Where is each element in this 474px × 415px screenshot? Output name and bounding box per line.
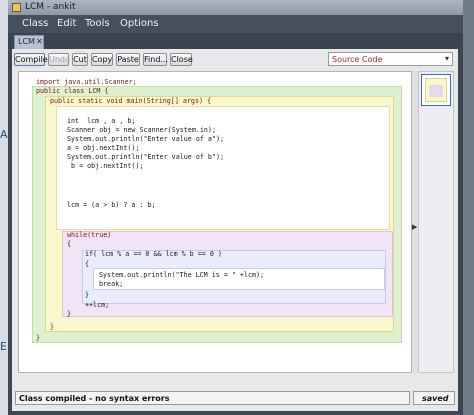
close-icon[interactable]: ✕	[36, 37, 43, 46]
code-line: System.out.println("Enter value of a");	[67, 135, 225, 143]
app-icon	[12, 3, 21, 12]
code-line: {	[85, 260, 90, 268]
status-message: Class compiled - no syntax errors	[15, 391, 410, 405]
code-line: System.out.println("Enter value of b");	[67, 153, 225, 161]
tab-label: LCM	[18, 37, 35, 46]
status-bar: Class compiled - no syntax errors saved	[12, 387, 458, 407]
title-bar[interactable]: LCM - ankit	[8, 0, 463, 15]
while-declaration: while(true)	[67, 231, 112, 239]
menu-edit[interactable]: Edit	[57, 18, 76, 29]
menu-options[interactable]: Options	[120, 18, 159, 29]
status-message-text: Class compiled - no syntax errors	[19, 394, 170, 403]
code-line: }	[67, 310, 72, 318]
code-line: {	[67, 240, 72, 248]
view-mode-value: Source Code	[332, 55, 383, 64]
code-line: Scanner obj = new Scanner(System.in);	[67, 126, 216, 134]
menu-bar: Class Edit Tools Options	[8, 15, 463, 33]
tab-bar: LCM ✕	[8, 33, 463, 49]
code-line: b = obj.nextInt();	[67, 162, 144, 170]
if-declaration: if( lcm % a == 0 && lcm % b == 0 )	[85, 250, 222, 258]
code-line: break;	[99, 280, 124, 288]
undo-button[interactable]: Undo	[48, 53, 70, 66]
window-title: LCM - ankit	[25, 2, 76, 12]
menu-class[interactable]: Class	[22, 18, 48, 29]
cut-button[interactable]: Cut	[72, 53, 88, 66]
navigator-thumbnail-scope	[429, 85, 443, 97]
view-mode-select[interactable]: Source Code ▾	[328, 52, 453, 66]
code-line: ++lcm;	[85, 301, 110, 309]
code-line: }	[36, 334, 41, 342]
desktop-background	[463, 0, 474, 415]
compile-button[interactable]: Compile	[14, 53, 48, 66]
code-line: }	[50, 323, 55, 331]
code-editor[interactable]: import java.util.Scanner; public class L…	[18, 71, 412, 373]
chevron-down-icon: ▾	[444, 54, 449, 63]
navigator-panel[interactable]	[418, 71, 454, 373]
paste-button[interactable]: Paste	[116, 53, 140, 66]
background-fragment: A	[0, 128, 8, 141]
find-button[interactable]: Find...	[143, 53, 168, 66]
saved-indicator: saved	[413, 391, 455, 405]
chevron-right-icon[interactable]: ▶	[412, 223, 417, 231]
method-declaration: public static void main(String[] args) {	[50, 97, 212, 105]
code-line: int lcm , a , b;	[67, 117, 136, 125]
import-line: import java.util.Scanner;	[36, 78, 137, 86]
tab-lcm[interactable]: LCM ✕	[14, 35, 44, 49]
class-declaration: public class LCM {	[36, 87, 109, 95]
background-fragment: E	[0, 340, 7, 353]
close-button[interactable]: Close	[170, 53, 193, 66]
code-line: a = obj.nextInt();	[67, 144, 140, 152]
code-line: }	[85, 291, 90, 299]
copy-button[interactable]: Copy	[91, 53, 113, 66]
background-window-strip: A E	[0, 0, 8, 415]
navigator-viewport[interactable]	[421, 74, 451, 106]
saved-text: saved	[422, 394, 449, 403]
code-line: lcm = (a > b) ? a : b;	[67, 201, 156, 209]
editor-window: LCM - ankit Class Edit Tools Options LCM…	[8, 0, 463, 415]
code-line: System.out.println("The LCM is = " +lcm)…	[99, 271, 265, 279]
toolbar: Compile Undo Cut Copy Paste Find... Clos…	[12, 49, 458, 69]
editor-panel: Compile Undo Cut Copy Paste Find... Clos…	[12, 49, 458, 411]
menu-tools[interactable]: Tools	[85, 18, 110, 29]
